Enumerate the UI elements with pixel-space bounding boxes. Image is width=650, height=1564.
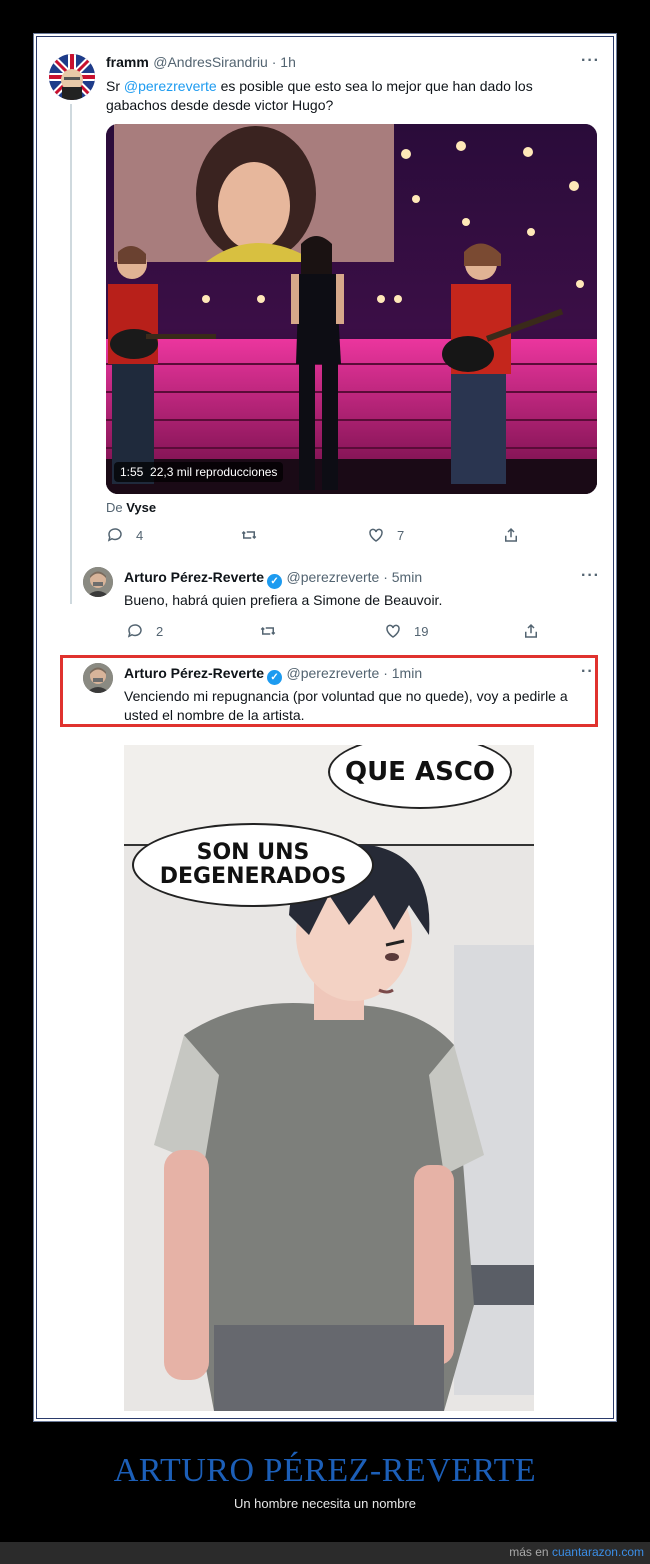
speech-bubble-left: SON UNS DEGENERADOS: [132, 823, 374, 907]
like-action[interactable]: 7: [367, 526, 404, 544]
reply-icon: [127, 624, 142, 638]
tweet1-header: framm @AndresSirandriu · 1h: [106, 54, 296, 72]
union-jack-avatar-icon: [49, 54, 95, 100]
thread-line: [70, 104, 72, 604]
text-prefix: Sr: [106, 78, 124, 94]
screenshot-frame: framm @AndresSirandriu · 1h ··· Sr @pere…: [33, 33, 617, 1422]
author-name[interactable]: framm: [106, 54, 149, 70]
footer-link-prefix: más en: [509, 1545, 552, 1559]
reply-count: 4: [136, 527, 144, 543]
avatar-perezreverte[interactable]: [83, 663, 113, 693]
concert-video-frame: [106, 124, 597, 494]
video-source: De Vyse: [106, 500, 156, 515]
portrait-avatar-icon: [83, 663, 113, 693]
author-handle[interactable]: @perezreverte · 5min: [287, 569, 423, 585]
retweet-action[interactable]: [239, 526, 259, 544]
share-icon: [505, 527, 517, 542]
bubble-text: QUE ASCO: [344, 757, 496, 787]
author-handle[interactable]: @perezreverte · 1min: [287, 665, 423, 681]
bubble-text-line2: DEGENERADOS: [159, 864, 347, 889]
avatar-perezreverte[interactable]: [83, 567, 113, 597]
share-action[interactable]: [522, 622, 540, 640]
retweet-icon: [260, 626, 276, 636]
reply-icon: [107, 528, 122, 542]
footer-link[interactable]: más en cuantarazon.com: [509, 1545, 644, 1559]
tweet2-header: Arturo Pérez-Reverte ✓ @perezreverte · 5m…: [124, 569, 422, 589]
like-count: 19: [414, 623, 429, 639]
verified-badge-icon: ✓: [267, 574, 283, 589]
more-options-icon[interactable]: ··: [581, 663, 594, 681]
retweet-icon: [241, 530, 257, 540]
more-options-icon[interactable]: ···: [581, 52, 600, 70]
like-count: 7: [397, 527, 405, 543]
mention-link[interactable]: @perezreverte: [124, 78, 217, 94]
share-action[interactable]: [502, 526, 520, 544]
post-title: ARTURO PÉREZ-REVERTE: [113, 1452, 537, 1489]
share-icon: [525, 623, 537, 638]
author-name[interactable]: Arturo Pérez-Reverte: [124, 569, 264, 585]
more-options-icon[interactable]: ···: [581, 567, 600, 585]
heart-icon: [369, 528, 383, 542]
heart-icon: [386, 624, 400, 638]
source-prefix: De: [106, 500, 127, 515]
tweet3-header: Arturo Pérez-Reverte ✓ @perezreverte · 1m…: [124, 665, 422, 685]
bubble-text-line1: SON UNS: [196, 840, 310, 865]
tweet3-text: Venciendo mi repugnancia (por voluntad q…: [124, 688, 568, 723]
reply-count: 2: [156, 623, 164, 639]
footer-site-link[interactable]: cuantarazon.com: [552, 1545, 644, 1559]
post-subtitle: Un hombre necesita un nombre: [233, 1496, 417, 1511]
reply-action[interactable]: 4: [106, 526, 143, 544]
tweet2-text: Bueno, habrá quien prefiera a Simone de …: [124, 592, 443, 608]
reply-action[interactable]: 2: [126, 622, 163, 640]
video-timestamp-badge: 1:55 22,3 mil reproducciones: [114, 462, 284, 482]
avatar-framm[interactable]: [49, 54, 95, 100]
video-duration: 1:55: [120, 465, 144, 479]
meme-image: QUE ASCO SON UNS DEGENERADOS: [124, 745, 534, 1411]
video-views: 22,3 mil reproducciones: [150, 465, 278, 479]
author-handle[interactable]: @AndresSirandriu · 1h: [153, 54, 296, 70]
retweet-action[interactable]: [258, 622, 278, 640]
portrait-avatar-icon: [83, 567, 113, 597]
like-action[interactable]: 19: [384, 622, 428, 640]
video-player[interactable]: 1:55 22,3 mil reproducciones: [106, 124, 597, 494]
tweet1-text: Sr @perezreverte es posible que esto sea…: [106, 77, 576, 115]
page: { "tweet1": { "name": "framm", "handle":…: [0, 0, 650, 1564]
author-name[interactable]: Arturo Pérez-Reverte: [124, 665, 264, 681]
verified-badge-icon: ✓: [267, 670, 283, 685]
source-name[interactable]: Vyse: [126, 500, 156, 515]
